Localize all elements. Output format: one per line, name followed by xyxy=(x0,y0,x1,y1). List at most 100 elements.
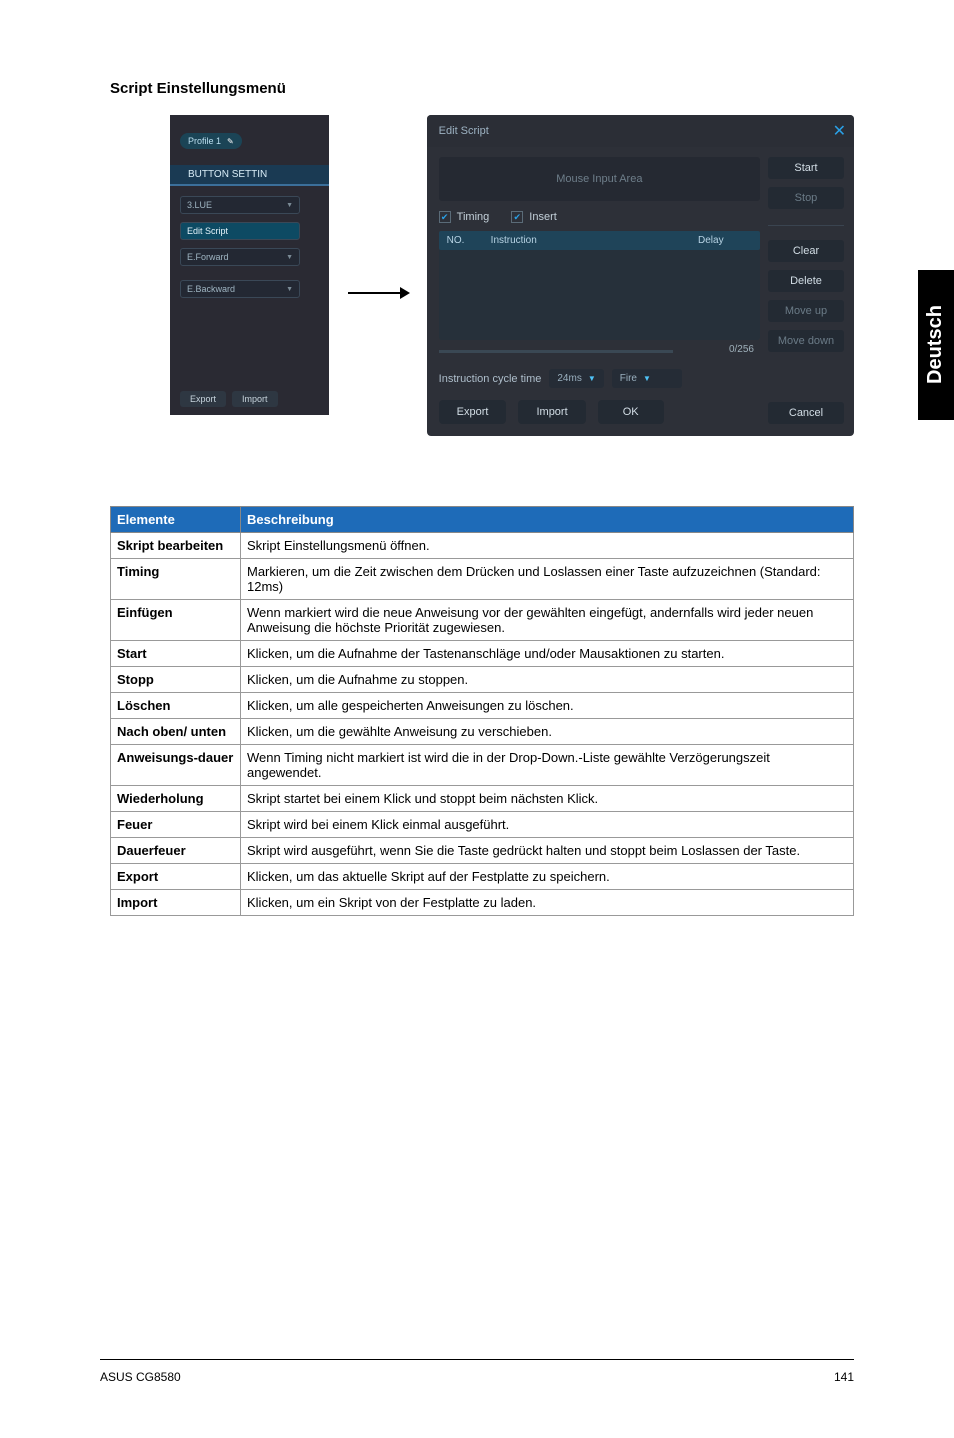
val: Klicken, um die Aufnahme zu stoppen. xyxy=(241,667,854,693)
val: Klicken, um das aktuelle Skript auf der … xyxy=(241,864,854,890)
section-title: Script Einstellungsmenü xyxy=(110,80,854,97)
val: Klicken, um alle gespeicherten Anweisung… xyxy=(241,693,854,719)
col-no: NO. xyxy=(439,231,483,250)
key: Dauerfeuer xyxy=(111,838,241,864)
table-row: ImportKlicken, um ein Skript von der Fes… xyxy=(111,890,854,916)
window-title: Edit Script xyxy=(439,125,489,137)
table-row: Anweisungs-dauerWenn Timing nicht markie… xyxy=(111,745,854,786)
mouse-input-area[interactable]: Mouse Input Area xyxy=(439,157,760,201)
stop-button[interactable]: Stop xyxy=(768,187,844,209)
th-elemente: Elemente xyxy=(111,507,241,533)
key: Feuer xyxy=(111,812,241,838)
val: Markieren, um die Zeit zwischen dem Drüc… xyxy=(241,559,854,600)
chevron-down-icon: ▼ xyxy=(286,202,293,209)
table-row: FeuerSkript wird bei einem Klick einmal … xyxy=(111,812,854,838)
key: Timing xyxy=(111,559,241,600)
instruction-counter: 0/256 xyxy=(723,340,760,363)
timing-label: Timing xyxy=(457,211,490,223)
dropdown-3[interactable]: E.Backward ▼ xyxy=(180,280,300,298)
ok-button[interactable]: OK xyxy=(598,400,664,424)
val: Klicken, um ein Skript von der Festplatt… xyxy=(241,890,854,916)
chevron-down-icon: ▼ xyxy=(286,286,293,293)
val: Skript startet bei einem Klick und stopp… xyxy=(241,786,854,812)
chevron-down-icon: ▼ xyxy=(286,254,293,261)
col-instruction: Instruction xyxy=(483,231,690,250)
table-row: StoppKlicken, um die Aufnahme zu stoppen… xyxy=(111,667,854,693)
val: Klicken, um die Aufnahme der Tastenansch… xyxy=(241,641,854,667)
instruction-grid-body[interactable] xyxy=(439,250,760,340)
profile-label: Profile 1 xyxy=(188,136,221,146)
dropdown-0-label: 3.LUE xyxy=(187,200,212,210)
cycle-time-dropdown[interactable]: 24ms ▼ xyxy=(549,369,603,388)
table-row: Skript bearbeitenSkript Einstellungsmenü… xyxy=(111,533,854,559)
clear-button[interactable]: Clear xyxy=(768,240,844,262)
key: Start xyxy=(111,641,241,667)
table-row: DauerfeuerSkript wird ausgeführt, wenn S… xyxy=(111,838,854,864)
col-delay: Delay xyxy=(690,231,760,250)
footer-product: ASUS CG8580 xyxy=(100,1370,181,1384)
key: Stopp xyxy=(111,667,241,693)
val: Skript wird ausgeführt, wenn Sie die Tas… xyxy=(241,838,854,864)
th-beschreibung: Beschreibung xyxy=(241,507,854,533)
key: Einfügen xyxy=(111,600,241,641)
mode-dropdown[interactable]: Fire ▼ xyxy=(612,369,682,388)
dropdown-0[interactable]: 3.LUE ▼ xyxy=(180,196,300,214)
table-row: Nach oben/ untenKlicken, um die gewählte… xyxy=(111,719,854,745)
profile-pill[interactable]: Profile 1 ✎ xyxy=(180,133,242,149)
move-down-button[interactable]: Move down xyxy=(768,330,844,352)
table-row: ExportKlicken, um das aktuelle Skript au… xyxy=(111,864,854,890)
edit-script-window: Edit Script ✕ Mouse Input Area ✔ Timing … xyxy=(427,115,854,436)
panel-import-button[interactable]: Import xyxy=(232,391,278,407)
arrow-icon xyxy=(348,292,408,294)
footer-page-number: 141 xyxy=(834,1370,854,1384)
edit-icon: ✎ xyxy=(227,137,234,146)
table-row: EinfügenWenn markiert wird die neue Anwe… xyxy=(111,600,854,641)
description-table: Elemente Beschreibung Skript bearbeitenS… xyxy=(110,506,854,916)
table-row: LöschenKlicken, um alle gespeicherten An… xyxy=(111,693,854,719)
arrow-col xyxy=(343,115,413,415)
key: Skript bearbeiten xyxy=(111,533,241,559)
dropdown-3-label: E.Backward xyxy=(187,284,235,294)
chevron-down-icon: ▼ xyxy=(588,374,596,383)
table-row: WiederholungSkript startet bei einem Kli… xyxy=(111,786,854,812)
export-button[interactable]: Export xyxy=(439,400,507,424)
timing-checkbox[interactable]: ✔ xyxy=(439,211,451,223)
footer-rule xyxy=(100,1359,854,1360)
section-tab-label: BUTTON SETTIN xyxy=(188,169,267,180)
table-row: TimingMarkieren, um die Zeit zwischen de… xyxy=(111,559,854,600)
val: Wenn Timing nicht markiert ist wird die … xyxy=(241,745,854,786)
val: Skript wird bei einem Klick einmal ausge… xyxy=(241,812,854,838)
start-button[interactable]: Start xyxy=(768,157,844,179)
titlebar: Edit Script ✕ xyxy=(427,115,854,147)
dropdown-1[interactable]: Edit Script xyxy=(180,222,300,240)
chevron-down-icon: ▼ xyxy=(643,374,651,383)
panel-export-button[interactable]: Export xyxy=(180,391,226,407)
import-button[interactable]: Import xyxy=(518,400,585,424)
key: Import xyxy=(111,890,241,916)
divider xyxy=(768,225,844,226)
insert-label: Insert xyxy=(529,211,557,223)
progress-line xyxy=(439,350,673,353)
key: Wiederholung xyxy=(111,786,241,812)
table-row: StartKlicken, um die Aufnahme der Tasten… xyxy=(111,641,854,667)
key: Anweisungs-dauer xyxy=(111,745,241,786)
val: Wenn markiert wird die neue Anweisung vo… xyxy=(241,600,854,641)
val: Klicken, um die gewählte Anweisung zu ve… xyxy=(241,719,854,745)
figure-row: Profile 1 ✎ BUTTON SETTIN 3.LUE ▼ Edit Sc… xyxy=(170,115,854,436)
val: Skript Einstellungsmenü öffnen. xyxy=(241,533,854,559)
language-tab: Deutsch xyxy=(918,270,954,420)
insert-checkbox[interactable]: ✔ xyxy=(511,211,523,223)
settings-panel: Profile 1 ✎ BUTTON SETTIN 3.LUE ▼ Edit Sc… xyxy=(170,115,329,415)
close-icon[interactable]: ✕ xyxy=(833,121,846,141)
cycle-time-label: Instruction cycle time xyxy=(439,373,542,385)
key: Nach oben/ unten xyxy=(111,719,241,745)
mode-value: Fire xyxy=(620,373,637,384)
cycle-time-value: 24ms xyxy=(557,373,581,384)
move-up-button[interactable]: Move up xyxy=(768,300,844,322)
cancel-button[interactable]: Cancel xyxy=(768,402,844,424)
dropdown-2[interactable]: E.Forward ▼ xyxy=(180,248,300,266)
dropdown-2-label: E.Forward xyxy=(187,252,229,262)
delete-button[interactable]: Delete xyxy=(768,270,844,292)
dropdown-1-label: Edit Script xyxy=(187,226,228,236)
key: Export xyxy=(111,864,241,890)
